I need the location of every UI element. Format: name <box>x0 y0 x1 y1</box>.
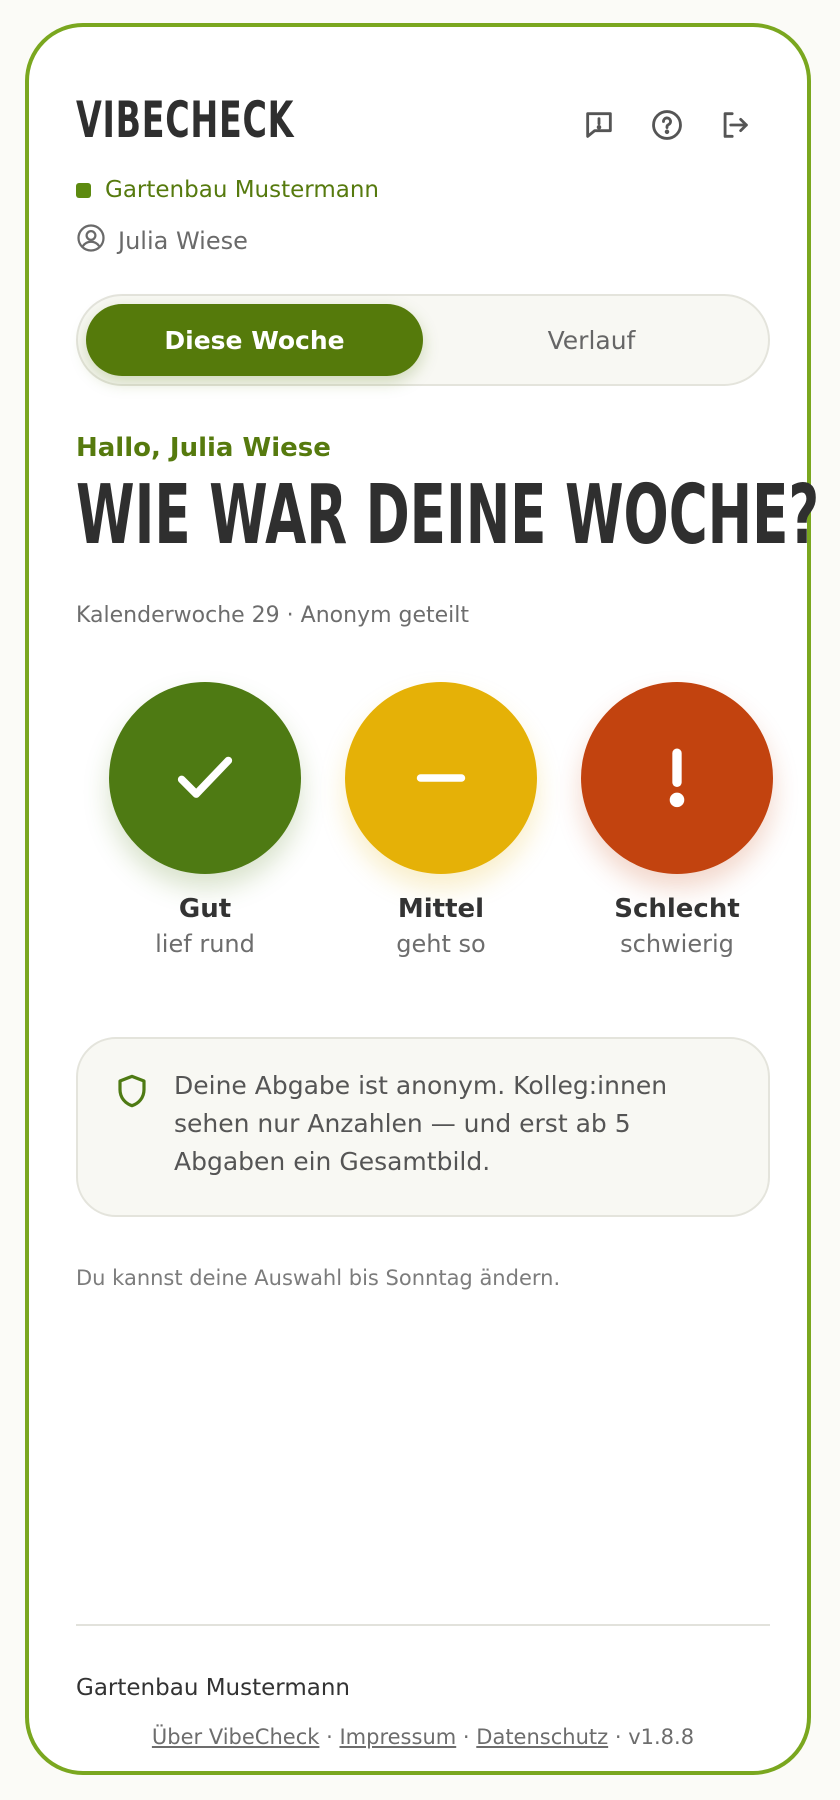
change-hint: Du kannst deine Auswahl bis Sonntag ände… <box>76 1266 561 1290</box>
mood-option-medium[interactable]: Mittel geht so <box>341 682 541 958</box>
tab-bar: Diese Woche Verlauf <box>76 294 770 386</box>
company-status-dot <box>76 182 91 198</box>
app-version: v1.8.8 <box>628 1725 695 1749</box>
mood-medium-label: Mittel <box>397 894 485 924</box>
minus-icon <box>416 774 466 782</box>
footer-company: Gartenbau Mustermann <box>76 1675 350 1701</box>
footer-separator: · <box>462 1725 470 1749</box>
feedback-icon[interactable] <box>579 105 619 145</box>
company-indicator: Gartenbau Mustermann <box>76 177 379 203</box>
mood-bad-sub: schwierig <box>620 930 734 958</box>
footer-link-imprint[interactable]: Impressum <box>339 1725 456 1749</box>
footer-separator: · <box>326 1725 333 1749</box>
brand-logo: VIBECHECK <box>76 91 295 149</box>
mood-option-bad[interactable]: Schlecht schwierig <box>577 682 777 958</box>
shield-icon <box>118 1074 146 1108</box>
company-name: Gartenbau Mustermann <box>105 177 379 203</box>
mood-good-button[interactable] <box>109 682 301 874</box>
top-actions <box>579 105 755 145</box>
footer-links: Über VibeCheck · Impressum · Datenschutz… <box>76 1725 770 1749</box>
mood-good-label: Gut <box>178 894 232 924</box>
mood-option-good[interactable]: Gut lief rund <box>105 682 305 958</box>
anonymity-info-box: Deine Abgabe ist anonym. Kolleg:innen se… <box>76 1037 770 1217</box>
mood-options: Gut lief rund Mittel geht so Schlecht sc… <box>105 682 777 958</box>
logout-icon[interactable] <box>715 105 755 145</box>
mood-medium-sub: geht so <box>396 930 486 958</box>
anonymity-info-text: Deine Abgabe ist anonym. Kolleg:innen se… <box>174 1071 668 1176</box>
exclamation-icon <box>669 748 685 808</box>
footer-separator: · <box>614 1725 622 1749</box>
greeting: Hallo, Julia Wiese <box>76 433 331 463</box>
mood-bad-button[interactable] <box>581 682 773 874</box>
page-title: WIE WAR DEINE WOCHE? <box>76 468 820 563</box>
help-icon[interactable] <box>647 105 687 145</box>
user-name: Julia Wiese <box>118 227 248 255</box>
footer-link-privacy[interactable]: Datenschutz <box>476 1725 608 1749</box>
mood-good-sub: lief rund <box>155 930 255 958</box>
footer-link-about[interactable]: Über VibeCheck <box>152 1725 320 1749</box>
user-icon <box>76 223 106 259</box>
week-subtitle: Kalenderwoche 29 · Anonym geteilt <box>76 603 470 628</box>
footer-divider <box>76 1624 770 1626</box>
mood-bad-label: Schlecht <box>614 894 740 924</box>
mood-medium-button[interactable] <box>345 682 537 874</box>
check-icon <box>177 756 233 798</box>
tab-this-week[interactable]: Diese Woche <box>86 304 423 376</box>
app-frame: VIBECHECK Gartenbau Mustermann Julia Wie… <box>25 23 819 1775</box>
user-indicator: Julia Wiese <box>76 223 248 259</box>
tab-history[interactable]: Verlauf <box>423 304 760 376</box>
